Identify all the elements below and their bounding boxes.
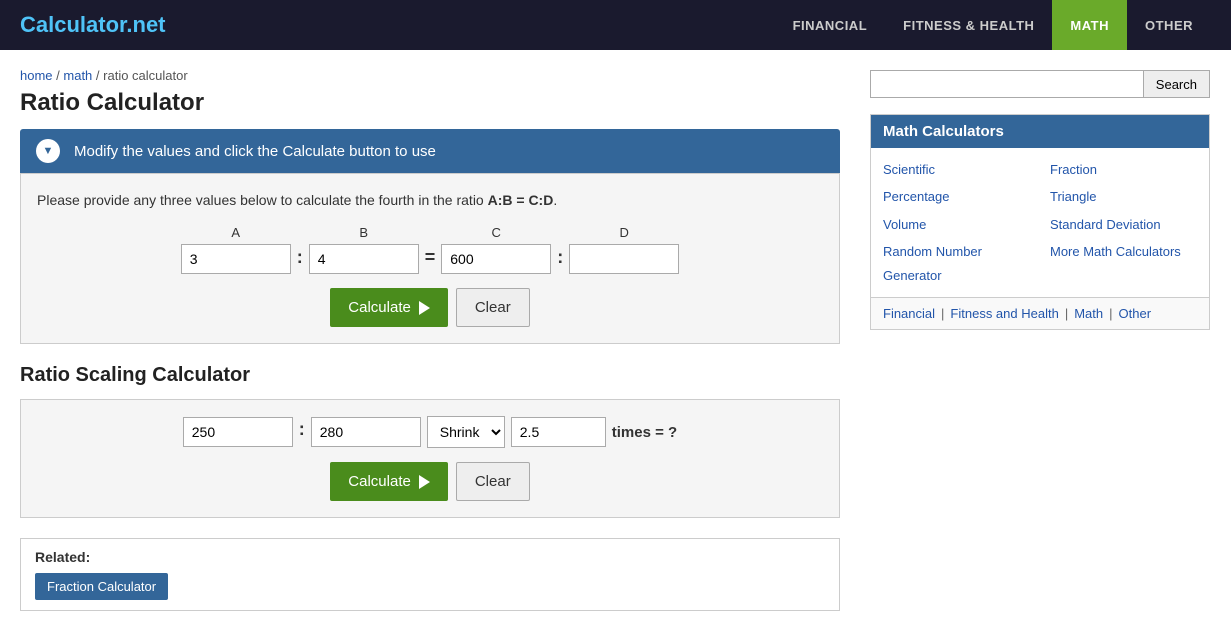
logo[interactable]: Calculator.net	[20, 12, 166, 38]
nav-other[interactable]: OTHER	[1127, 0, 1211, 50]
scaling-calculator-box: : Shrink Grow times = ? Calculate Clear	[20, 399, 840, 518]
separator-colon-1: :	[297, 247, 303, 274]
math-link-more-math[interactable]: More Math Calculators	[1050, 240, 1197, 287]
label-b: B	[359, 225, 368, 240]
ratio-col-c: C	[441, 225, 551, 274]
math-panel-header: Math Calculators	[871, 115, 1209, 148]
breadcrumb-home[interactable]: home	[20, 68, 53, 83]
cat-link-other[interactable]: Other	[1119, 306, 1152, 321]
math-link-scientific[interactable]: Scientific	[883, 158, 1030, 181]
ratio-col-d: D	[569, 225, 679, 274]
scaling-input-times[interactable]	[511, 417, 606, 447]
related-box: Related: Fraction Calculator	[20, 538, 840, 611]
cat-link-math[interactable]: Math	[1074, 306, 1103, 321]
label-d: D	[620, 225, 629, 240]
nav-fitness[interactable]: FITNESS & HEALTH	[885, 0, 1052, 50]
math-link-random-number[interactable]: Random Number Generator	[883, 240, 1030, 287]
ratio-col-a: A	[181, 225, 291, 274]
separator-colon-2: :	[557, 247, 563, 274]
calculate-label-1: Calculate	[348, 299, 411, 316]
page-title: Ratio Calculator	[20, 89, 840, 117]
main-content: home / math / ratio calculator Ratio Cal…	[20, 60, 840, 611]
input-a[interactable]	[181, 244, 291, 274]
scaling-input-right[interactable]	[311, 417, 421, 447]
search-input[interactable]	[870, 70, 1144, 98]
calculate-button-2[interactable]: Calculate	[330, 462, 448, 501]
search-row: Search	[870, 70, 1210, 98]
scaling-title: Ratio Scaling Calculator	[20, 364, 840, 387]
breadcrumb-current: ratio calculator	[103, 68, 188, 83]
label-a: A	[231, 225, 240, 240]
main-nav: FINANCIAL FITNESS & HEALTH MATH OTHER	[775, 0, 1211, 50]
math-panel-body: Scientific Fraction Percentage Triangle …	[871, 148, 1209, 297]
breadcrumb: home / math / ratio calculator	[20, 60, 840, 89]
related-fraction-calculator[interactable]: Fraction Calculator	[35, 573, 168, 600]
math-link-volume[interactable]: Volume	[883, 213, 1030, 236]
cat-link-financial[interactable]: Financial	[883, 306, 935, 321]
scaling-input-left[interactable]	[183, 417, 293, 447]
ratio-description: Please provide any three values below to…	[37, 190, 823, 211]
math-link-triangle[interactable]: Triangle	[1050, 185, 1197, 208]
related-label: Related:	[35, 549, 825, 565]
math-link-fraction[interactable]: Fraction	[1050, 158, 1197, 181]
play-icon-1	[419, 301, 430, 315]
label-c: C	[492, 225, 501, 240]
calculate-label-2: Calculate	[348, 473, 411, 490]
equals-sign: =	[425, 247, 436, 274]
ratio-col-b: B	[309, 225, 419, 274]
math-link-std-deviation[interactable]: Standard Deviation	[1050, 213, 1197, 236]
input-b[interactable]	[309, 244, 419, 274]
clear-button-2[interactable]: Clear	[456, 462, 530, 501]
ratio-formula: A:B = C:D	[488, 192, 554, 208]
nav-math[interactable]: MATH	[1052, 0, 1127, 50]
logo-net: net	[133, 12, 166, 37]
banner-text: Modify the values and click the Calculat…	[74, 143, 436, 160]
math-links-grid: Scientific Fraction Percentage Triangle …	[883, 158, 1197, 287]
calculate-button-1[interactable]: Calculate	[330, 288, 448, 327]
logo-text: Calculator	[20, 12, 126, 37]
ratio-btn-row: Calculate Clear	[37, 288, 823, 327]
scaling-btn-row: Calculate Clear	[37, 462, 823, 501]
play-icon-2	[419, 475, 430, 489]
math-link-percentage[interactable]: Percentage	[883, 185, 1030, 208]
scaling-inputs-row: : Shrink Grow times = ?	[37, 416, 823, 448]
input-c[interactable]	[441, 244, 551, 274]
search-button[interactable]: Search	[1144, 70, 1210, 98]
arrow-icon	[36, 139, 60, 163]
ratio-inputs-row: A : B = C : D	[37, 225, 823, 274]
breadcrumb-math[interactable]: math	[63, 68, 92, 83]
info-banner: Modify the values and click the Calculat…	[20, 129, 840, 173]
scaling-colon: :	[299, 419, 305, 446]
cat-link-fitness[interactable]: Fitness and Health	[950, 306, 1058, 321]
page-container: home / math / ratio calculator Ratio Cal…	[0, 50, 1231, 621]
math-calculators-panel: Math Calculators Scientific Fraction Per…	[870, 114, 1210, 298]
scaling-eq-text: times = ?	[612, 424, 677, 441]
scaling-select[interactable]: Shrink Grow	[427, 416, 505, 448]
input-d[interactable]	[569, 244, 679, 274]
ratio-calculator-box: Please provide any three values below to…	[20, 173, 840, 344]
header: Calculator.net FINANCIAL FITNESS & HEALT…	[0, 0, 1231, 50]
clear-button-1[interactable]: Clear	[456, 288, 530, 327]
category-links: Financial | Fitness and Health | Math | …	[870, 298, 1210, 330]
nav-financial[interactable]: FINANCIAL	[775, 0, 886, 50]
sidebar: Search Math Calculators Scientific Fract…	[870, 60, 1210, 611]
